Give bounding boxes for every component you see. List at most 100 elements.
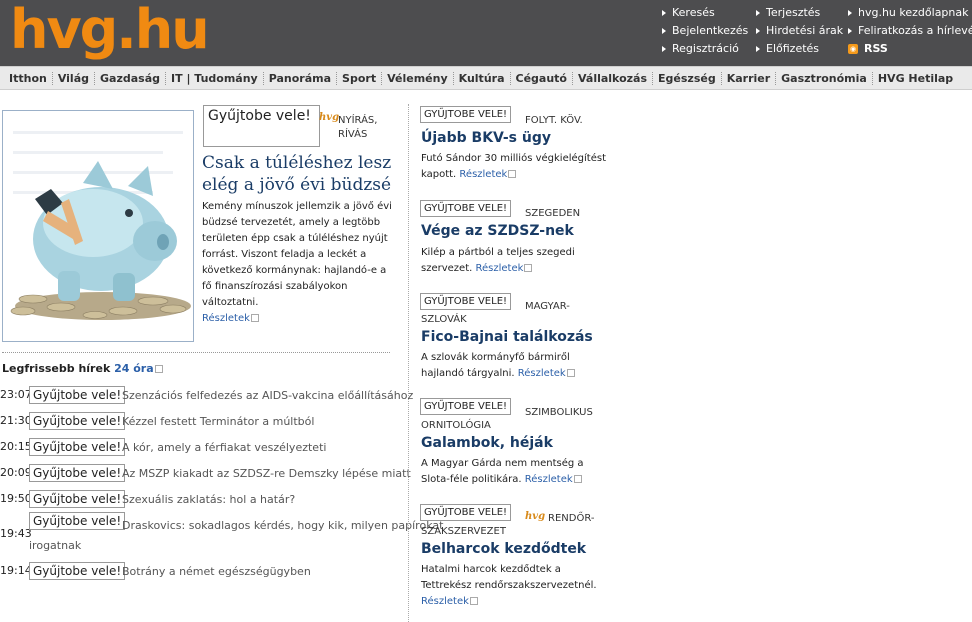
news-time: 20:09 [0, 466, 32, 479]
collect-button[interactable]: Gyűjtobe vele! [29, 464, 126, 482]
nav-item-kultura[interactable]: Kultúra [454, 71, 511, 85]
news-time: 23:07 [0, 388, 32, 401]
latest-news-heading: Legfrissebb hírek 24 óra [2, 362, 163, 375]
news-time: 20:15 [0, 440, 32, 453]
collect-button[interactable]: Gyűjtobe vele! [29, 386, 126, 404]
story-lead: Hatalmi harcok kezdődtek a Tettrekész re… [421, 564, 597, 607]
nav-item-gazdasag[interactable]: Gazdaság [95, 71, 167, 85]
story-title[interactable]: Újabb BKV-s ügy [421, 130, 551, 146]
register-link[interactable]: Regisztráció [662, 42, 739, 55]
nav-item-egeszseg[interactable]: Egészség [653, 71, 722, 85]
list-item: 19:50 Gyűjtobe vele! Szexuális zaklatás:… [0, 490, 408, 510]
collect-button[interactable]: Gyűjtobe vele! [29, 412, 126, 430]
ad-prices-link[interactable]: Hirdetési árak [756, 24, 843, 37]
nav-item-cegauto[interactable]: Cégautó [511, 71, 573, 85]
arrow-icon [848, 10, 852, 16]
story-more-link[interactable]: Részletek [459, 169, 517, 180]
news-time: 19:14 [0, 564, 32, 577]
list-item: 20:15 Gyűjtobe vele! A kór, amely a férf… [0, 438, 408, 458]
latest-range-link[interactable]: 24 óra [114, 362, 163, 375]
collect-button[interactable]: Gyűjtobe vele! [29, 512, 126, 530]
list-item: 23:07 Gyűjtobe vele! Szenzációs felfedez… [0, 386, 413, 406]
story-kicker-line2: SZAKSZERVEZET [421, 526, 506, 537]
rss-link[interactable]: ◉ RSS [848, 42, 888, 55]
external-link-icon [508, 170, 517, 178]
list-item: 19:14 Gyűjtobe vele! Botrány a német egé… [0, 562, 408, 582]
news-link-continuation[interactable]: irogatnak [29, 539, 81, 552]
hvg-logo-mark: hvg [319, 112, 340, 123]
nav-item-panorama[interactable]: Panoráma [264, 71, 338, 85]
main-nav: Itthon Világ Gazdaság IT | Tudomány Pano… [0, 66, 972, 90]
site-logo[interactable]: hvg.hu [10, 0, 210, 62]
nav-item-velemeny[interactable]: Vélemény [382, 71, 454, 85]
nav-item-sport[interactable]: Sport [337, 71, 383, 85]
arrow-icon [662, 46, 666, 52]
arrow-icon [756, 28, 760, 34]
news-link[interactable]: A kór, amely a férfiakat veszélyezteti [122, 441, 326, 454]
story-kicker: SZEGEDEN [525, 208, 581, 219]
story-lead: A Magyar Gárda nem mentség a Slota-féle … [421, 458, 584, 485]
story-more-link[interactable]: Részletek [525, 474, 582, 485]
story-title[interactable]: Vége az SZDSZ-nek [421, 223, 574, 239]
news-time: 21:30 [0, 414, 32, 427]
featured-image-piggy-bank[interactable] [2, 110, 194, 342]
subscribe-link[interactable]: Előfizetés [756, 42, 819, 55]
piggy-bank-illustration [3, 111, 193, 341]
featured-lead-text: Kemény mínuszok jellemzik a jövő évi büd… [202, 201, 392, 308]
news-time: 19:43 [0, 527, 32, 540]
external-link-icon [469, 597, 478, 605]
story-title[interactable]: Belharcok kezdődtek [421, 541, 586, 557]
search-link[interactable]: Keresés [662, 6, 715, 19]
collect-button-featured[interactable]: Gyűjtobe vele! [203, 105, 320, 147]
news-link[interactable]: Draskovics: sokadlagos kérdés, hogy kik,… [122, 519, 443, 532]
nav-item-vallalkozas[interactable]: Vállalkozás [573, 71, 654, 85]
story-kicker-line2: ORNITOLÓGIA [421, 420, 491, 431]
nav-item-vilag[interactable]: Világ [53, 71, 96, 85]
story-more-link[interactable]: Részletek [421, 596, 478, 607]
nav-item-it-tudomany[interactable]: IT | Tudomány [166, 71, 264, 85]
story-more-link[interactable]: Részletek [475, 263, 533, 274]
list-item: 19:43 Gyűjtobe vele! Draskovics: sokadla… [0, 512, 443, 554]
news-link[interactable]: Botrány a német egészségügyben [122, 565, 311, 578]
collect-button[interactable]: Gyűjtobe vele! [29, 490, 126, 508]
collect-button[interactable]: Gyűjtobe vele! [29, 438, 126, 456]
story-kicker-line2: SZLOVÁK [421, 314, 467, 325]
nav-item-gasztronomia[interactable]: Gasztronómia [776, 71, 873, 85]
nav-item-itthon[interactable]: Itthon [4, 71, 53, 85]
news-time: 19:50 [0, 492, 32, 505]
featured-lead: Kemény mínuszok jellemzik a jövő évi büd… [202, 199, 397, 327]
login-link[interactable]: Bejelentkezés [662, 24, 748, 37]
collect-button[interactable]: GYŰJTOBE VELE! [420, 398, 512, 415]
nav-item-hvg-hetilap[interactable]: HVG Hetilap [873, 72, 958, 85]
external-link-icon [524, 264, 533, 272]
news-link[interactable]: Szexuális zaklatás: hol a határ? [122, 493, 295, 506]
nav-item-karrier[interactable]: Karrier [722, 71, 777, 85]
external-link-icon [573, 475, 582, 483]
featured-more-link[interactable]: Részletek [202, 313, 259, 324]
list-item: 20:09 Gyűjtobe vele! Az MSZP kiakadt az … [0, 464, 411, 484]
story-lead: A szlovák kormányfő bármiről hajlandó tá… [421, 350, 611, 382]
collect-button[interactable]: GYŰJTOBE VELE! [420, 200, 512, 217]
story-kicker: RENDŐR- [548, 513, 595, 524]
arrow-icon [662, 28, 666, 34]
newsletter-link[interactable]: Feliratkozás a hírlevélre [848, 24, 972, 37]
collect-button[interactable]: GYŰJTOBE VELE! [420, 106, 512, 123]
featured-title[interactable]: Csak a túléléshez lesz elég a jövő évi b… [202, 152, 402, 196]
news-link[interactable]: Szenzációs felfedezés az AIDS-vakcina el… [122, 389, 413, 402]
story-title[interactable]: Fico-Bajnai találkozás [421, 329, 593, 345]
collect-button[interactable]: GYŰJTOBE VELE! [420, 504, 512, 521]
news-link[interactable]: Az MSZP kiakadt az SZDSZ-re Demszky lépé… [122, 467, 411, 480]
story-title[interactable]: Galambok, héják [421, 435, 553, 451]
story-kicker: FOLYT. KÖV. [525, 115, 583, 126]
site-header: hvg.hu Keresés Bejelentkezés Regisztráci… [0, 0, 972, 66]
story-kicker: SZIMBOLIKUS [525, 407, 593, 418]
hvg-logo-mark: hvg [525, 511, 546, 522]
news-link[interactable]: Kézzel festett Terminátor a múltból [122, 415, 314, 428]
homepage-link[interactable]: hvg.hu kezdőlapnak [848, 6, 969, 19]
collect-button[interactable]: GYŰJTOBE VELE! [420, 293, 512, 310]
story-more-link[interactable]: Részletek [518, 368, 575, 379]
collect-button[interactable]: Gyűjtobe vele! [29, 562, 126, 580]
arrow-icon [848, 28, 852, 34]
arrow-icon [756, 10, 760, 16]
distribution-link[interactable]: Terjesztés [756, 6, 820, 19]
